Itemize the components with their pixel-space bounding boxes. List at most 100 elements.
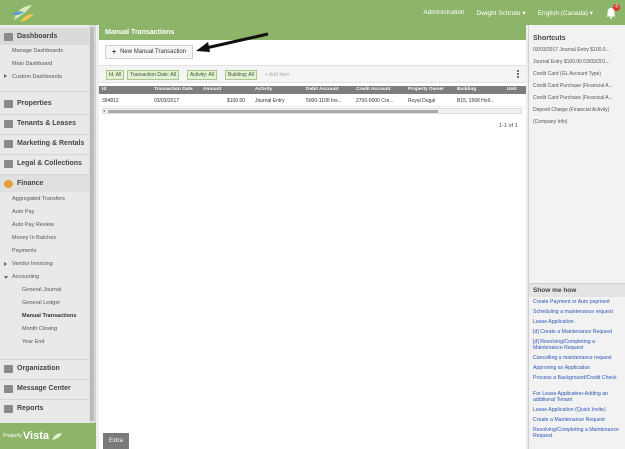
shortcut-item[interactable]: Deposit Charge (Financial Activity): [533, 107, 625, 113]
sidebar-item-main-dashboard[interactable]: Main Dashboard: [12, 61, 52, 67]
app-logo-icon[interactable]: [10, 2, 36, 23]
how-to-link[interactable]: Resolving/Completing a Maintenance Reque…: [533, 427, 625, 440]
divider: [0, 91, 90, 92]
sidebar-item-custom-dashboards[interactable]: Custom Dashboards: [12, 74, 62, 80]
how-to-link[interactable]: Process a Background/Credit Check: [533, 375, 625, 381]
sidebar-section-label: Marketing & Rentals: [17, 140, 85, 147]
how-to-link[interactable]: Create a Maintenance Request: [533, 417, 625, 423]
column-header-building[interactable]: Building: [457, 87, 476, 92]
sidebar-section-label: Legal & Collections: [17, 160, 82, 167]
shortcut-item[interactable]: Credit Card (GL Account Type): [533, 71, 625, 77]
sidebar-section-tenants[interactable]: Tenants & Leases: [0, 115, 90, 132]
sidebar-section-marketing[interactable]: Marketing & Rentals: [0, 135, 90, 152]
shortcut-item[interactable]: (Company Info): [533, 119, 625, 125]
sidebar-item-aggregated-transfers[interactable]: Aggregated Transfers: [12, 196, 65, 202]
shortcut-item[interactable]: Credit Card Purchase (Financial A...: [533, 95, 625, 101]
brand-prefix: Property: [3, 433, 22, 439]
column-header-id[interactable]: Id: [102, 87, 106, 92]
target-icon: [4, 139, 13, 148]
sidebar-section-label: Properties: [17, 100, 52, 107]
filter-bar: Id: All Transaction Date: All Activity: …: [99, 65, 526, 83]
add-filter-item[interactable]: + Add Item: [265, 72, 289, 78]
sidebar-section-properties[interactable]: Properties: [0, 95, 90, 112]
column-header-property-owner[interactable]: Property Owner: [408, 87, 444, 92]
column-header-credit-account[interactable]: Credit Account: [356, 87, 390, 92]
how-to-link[interactable]: For Lease Application-Adding an addition…: [533, 391, 625, 404]
extra-tab[interactable]: Extra: [103, 433, 130, 449]
sidebar-item-general-ledger[interactable]: General Ledger: [22, 300, 60, 306]
expand-caret-icon[interactable]: [4, 262, 7, 266]
scrollbar-thumb[interactable]: [108, 110, 438, 113]
column-header-activity[interactable]: Activity: [255, 87, 272, 92]
sidebar-item-manual-transactions[interactable]: Manual Transactions: [22, 313, 76, 319]
cell-activity: Journal Entry: [255, 98, 285, 104]
column-header-transaction-date[interactable]: Transaction Date: [154, 87, 193, 92]
shortcut-item[interactable]: Journal Entry $100.00 03/03/201...: [533, 59, 625, 65]
building-icon: [4, 99, 13, 108]
sidebar-item-month-closing[interactable]: Month Closing: [22, 326, 57, 332]
sidebar-section-label: Finance: [17, 180, 44, 187]
sidebar-item-general-journal[interactable]: General Journal: [22, 287, 61, 293]
how-to-link[interactable]: Lease Application: [533, 319, 625, 325]
money-icon: [4, 179, 13, 188]
sidebar-item-payments[interactable]: Payments: [12, 248, 36, 254]
sidebar-section-dashboards[interactable]: Dashboards: [0, 28, 90, 45]
show-me-how-title: Show me how: [529, 283, 625, 297]
filter-chip-activity[interactable]: Activity: All: [187, 70, 217, 80]
expand-caret-icon[interactable]: [4, 74, 7, 78]
sidebar-section-organization[interactable]: Organization: [0, 360, 90, 377]
how-to-link[interactable]: Cancelling a maintenance request: [533, 355, 625, 361]
sidebar-scrollbar[interactable]: [89, 25, 95, 423]
sidebar-section-legal[interactable]: Legal & Collections: [0, 155, 90, 172]
how-to-link[interactable]: Create Payment or Auto payment: [533, 299, 625, 305]
administration-link[interactable]: Administration: [423, 9, 464, 16]
column-header-amount[interactable]: Amount: [203, 87, 221, 92]
grid-header: Id Transaction Date Amount Activity Debi…: [99, 86, 526, 94]
how-to-link[interactable]: Scheduling a maintenance request: [533, 309, 625, 315]
sidebar-item-auto-pay-review[interactable]: Auto Pay Review: [12, 222, 54, 228]
cell-property-owner: Royal Dugal: [408, 98, 436, 104]
page-title: Manual Transactions: [99, 25, 526, 40]
brand-footer: Property Vista: [0, 423, 96, 449]
table-row[interactable]: 394812 03/03/2017 $100.00 Journal Entry …: [99, 95, 526, 107]
how-to-link[interactable]: Lease Application (Quick Invite): [533, 407, 625, 413]
column-header-debit-account[interactable]: Debit Account: [306, 87, 338, 92]
annotation-arrow-icon: [196, 32, 269, 52]
scroll-left-arrow-icon[interactable]: ◂: [103, 109, 105, 113]
how-to-link[interactable]: [d] Resolving/Completing a Maintenance R…: [533, 339, 625, 352]
how-to-link[interactable]: Approving an Application: [533, 365, 625, 371]
language-menu[interactable]: English (Canada) ▾: [538, 9, 593, 17]
shortcuts-title: Shortcuts: [533, 35, 566, 42]
brand-name: Vista: [22, 430, 49, 442]
more-options-icon[interactable]: [517, 70, 519, 79]
sidebar-item-vendor-invoicing[interactable]: Vendor Invoicing: [12, 261, 53, 267]
sidebar-item-manage-dashboards[interactable]: Manage Dashboards: [12, 48, 63, 54]
sidebar-item-year-end[interactable]: Year End: [22, 339, 44, 345]
new-manual-transaction-button[interactable]: + New Manual Transaction: [105, 45, 194, 59]
how-to-link[interactable]: [d] Create a Maintenance Request: [533, 329, 625, 335]
sidebar-section-label: Organization: [17, 365, 60, 372]
scrollbar-thumb[interactable]: [90, 27, 94, 421]
cell-transaction-date: 03/03/2017: [154, 98, 180, 104]
sidebar-section-label: Dashboards: [17, 33, 58, 40]
cell-amount: $100.00: [227, 98, 246, 104]
sidebar-section-label: Message Center: [17, 385, 71, 392]
sidebar-item-accounting[interactable]: Accounting: [12, 274, 39, 280]
sidebar-section-finance[interactable]: Finance: [0, 175, 90, 192]
sidebar-item-money-in-batches[interactable]: Money In Batches: [12, 235, 56, 241]
grid-horizontal-scrollbar[interactable]: ◂: [102, 108, 522, 114]
shortcut-item[interactable]: Credit Card Purchase (Financial A...: [533, 83, 625, 89]
sidebar-item-auto-pay[interactable]: Auto Pay: [12, 209, 34, 215]
sidebar-section-reports[interactable]: Reports: [0, 400, 90, 417]
sidebar-section-label: Tenants & Leases: [17, 120, 77, 127]
filter-chip-transaction-date[interactable]: Transaction Date: All: [127, 70, 179, 80]
filter-chip-id[interactable]: Id: All: [106, 70, 125, 80]
sidebar-section-message-center[interactable]: Message Center: [0, 380, 90, 397]
user-menu[interactable]: Dwight Schrute ▾: [477, 9, 526, 17]
filter-chip-building[interactable]: Building: All: [225, 70, 257, 80]
notifications-button[interactable]: 4: [605, 3, 620, 19]
cell-building: B15, 1568 Holl...: [457, 98, 494, 104]
shortcut-item[interactable]: 03/03/2017 Journal Entry $100.0...: [533, 47, 625, 53]
column-header-unit[interactable]: Unit: [507, 87, 516, 92]
collapse-caret-icon[interactable]: [4, 276, 8, 279]
